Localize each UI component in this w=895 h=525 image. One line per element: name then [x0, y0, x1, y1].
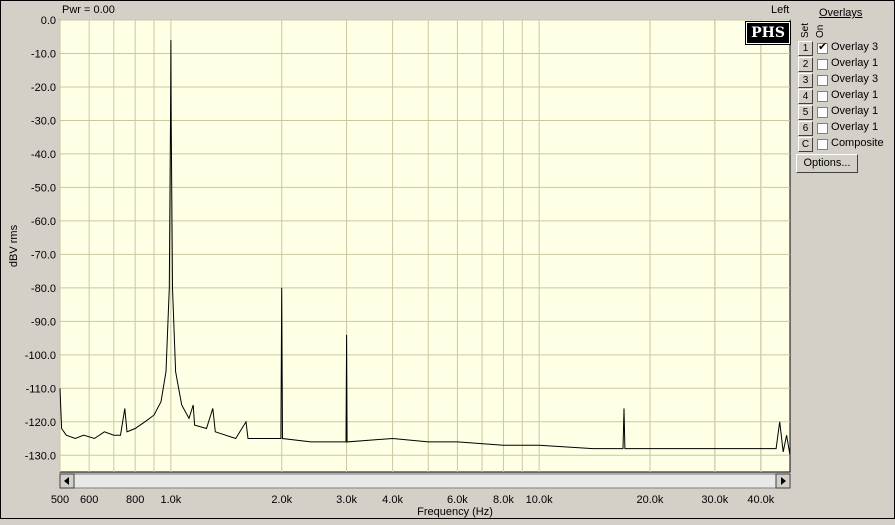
- overlay-checkbox-1[interactable]: ✔: [817, 41, 828, 54]
- overlay-checkbox-5[interactable]: [817, 107, 828, 118]
- options-button[interactable]: Options...: [796, 154, 858, 173]
- x-tick-label: 10.0k: [526, 494, 553, 506]
- overlay-label-6: Overlay 1: [831, 121, 879, 133]
- horizontal-scrollbar[interactable]: [59, 473, 791, 489]
- y-tick-label: -110.0: [26, 383, 56, 395]
- phs-logo: PHS: [745, 21, 791, 45]
- overlay-set-button-C[interactable]: C: [798, 137, 813, 152]
- spectrum-chart: 0.0 -10.0 -20.0 -30.0 -40.0 -50.0 -60.0 -70.0 -8…: [8, 15, 791, 518]
- overlay-set-button-4[interactable]: 4: [798, 89, 813, 104]
- y-axis-label: dBV rms: [8, 224, 20, 267]
- x-tick-label: 500: [51, 494, 69, 506]
- x-tick-label: 2.0k: [271, 494, 292, 506]
- x-tick-label: 3.0k: [336, 494, 357, 506]
- overlay-checkbox-3[interactable]: [817, 75, 828, 86]
- y-tick-label: -80.0: [31, 283, 56, 295]
- on-column-label: On: [815, 24, 826, 38]
- y-tick-label: 0.0: [41, 15, 56, 27]
- overlay-set-button-5[interactable]: 5: [798, 105, 813, 120]
- y-tick-label: -100.0: [25, 350, 56, 362]
- x-axis-label: Frequency (Hz): [417, 506, 493, 518]
- overlay-label-1: Overlay 3: [831, 41, 879, 53]
- overlay-label-2: Overlay 1: [831, 57, 879, 69]
- x-tick-label: 40.0k: [747, 494, 774, 506]
- y-tick-label: -130.0: [25, 450, 56, 462]
- overlay-checkbox-C[interactable]: [817, 139, 828, 150]
- y-tick-label: -40.0: [31, 149, 56, 161]
- overlay-set-button-1[interactable]: 1: [798, 41, 813, 56]
- x-tick-label: 20.0k: [637, 494, 664, 506]
- y-tick-label: -70.0: [31, 249, 56, 261]
- x-tick-label: 800: [126, 494, 144, 506]
- x-tick-label: 30.0k: [701, 494, 728, 506]
- overlay-label-4: Overlay 1: [831, 89, 879, 101]
- x-tick-label: 1.0k: [160, 494, 181, 506]
- overlay-set-button-6[interactable]: 6: [798, 121, 813, 136]
- checkmark-icon: ✔: [818, 41, 828, 53]
- y-tick-label: -60.0: [31, 216, 56, 228]
- y-tick-label: -10.0: [31, 48, 56, 60]
- y-tick-label: -120.0: [25, 417, 56, 429]
- y-tick-label: -20.0: [31, 82, 56, 94]
- x-tick-label: 8.0k: [493, 494, 514, 506]
- overlay-checkbox-6[interactable]: [817, 123, 828, 134]
- x-tick-label: 600: [80, 494, 98, 506]
- set-column-label: Set: [800, 22, 811, 38]
- overlay-label-5: Overlay 1: [831, 105, 879, 117]
- overlays-title: Overlays: [819, 7, 863, 19]
- overlay-label-3: Overlay 3: [831, 73, 879, 85]
- x-tick-label: 6.0k: [447, 494, 468, 506]
- overlay-set-button-2[interactable]: 2: [798, 57, 813, 72]
- overlay-label-C: Composite: [831, 137, 884, 149]
- overlay-checkbox-2[interactable]: [817, 59, 828, 70]
- overlay-set-button-3[interactable]: 3: [798, 73, 813, 88]
- x-tick-label: 4.0k: [382, 494, 403, 506]
- overlay-checkbox-4[interactable]: [817, 91, 828, 102]
- y-tick-label: -50.0: [31, 182, 56, 194]
- y-tick-label: -90.0: [31, 316, 56, 328]
- y-tick-label: -30.0: [31, 115, 56, 127]
